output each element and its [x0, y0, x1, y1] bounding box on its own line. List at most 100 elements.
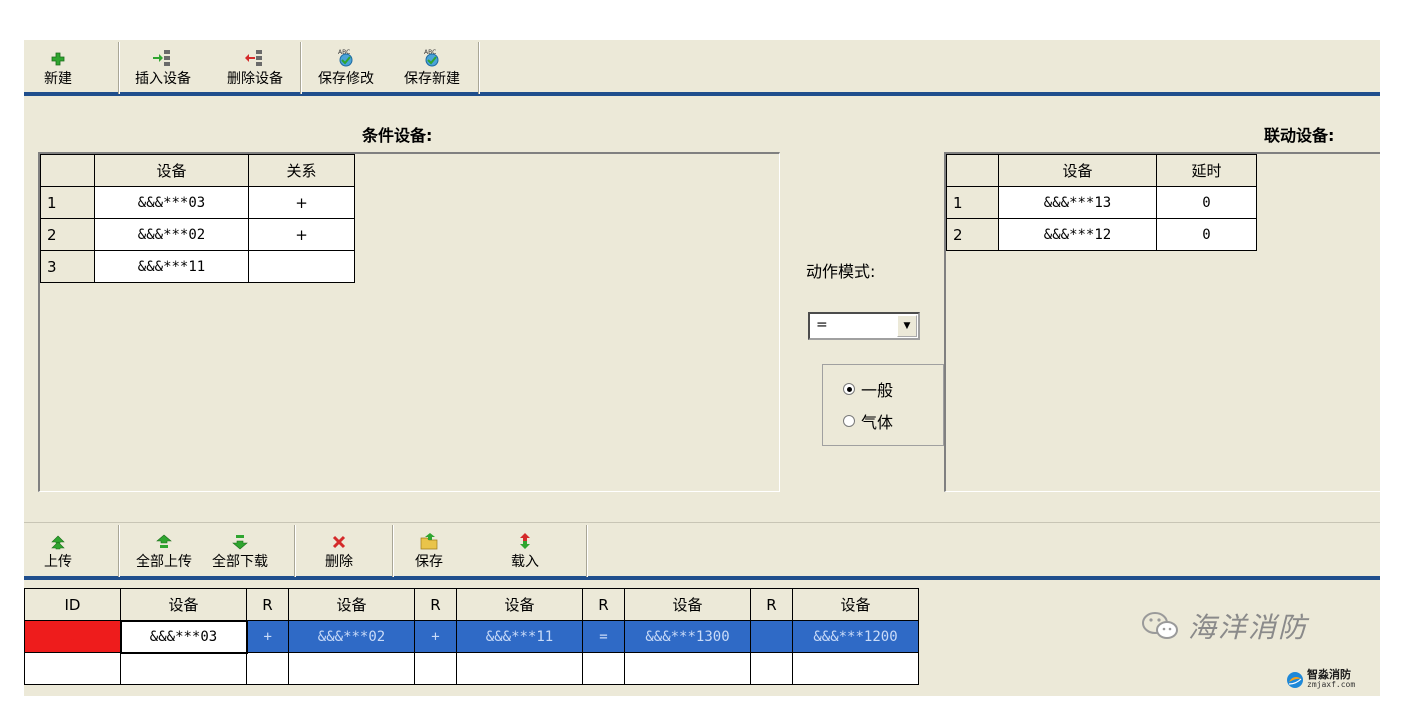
- load-button[interactable]: 载入: [500, 527, 550, 575]
- logo-en-text: zmjaxf.com: [1307, 680, 1356, 689]
- column-header-id: ID: [24, 588, 121, 621]
- delay-cell[interactable]: 0: [1156, 218, 1257, 251]
- download-all-label: 全部下载: [212, 554, 268, 570]
- logo-swirl-icon: [1287, 672, 1303, 688]
- column-header-relation: R: [246, 588, 289, 621]
- new-button[interactable]: 新建: [30, 44, 86, 92]
- upload-button[interactable]: 上传: [34, 527, 82, 575]
- device-cell[interactable]: [624, 652, 751, 685]
- device-cell[interactable]: [456, 652, 583, 685]
- table-row[interactable]: 1 &&&***03 +: [40, 186, 355, 219]
- relation-cell[interactable]: =: [582, 620, 625, 653]
- top-toolbar: 新建 插入设备 删除设备 ABC 保存修改 ABC 保存新建: [24, 40, 1380, 96]
- plus-icon: [51, 52, 65, 66]
- column-header-relation: R: [414, 588, 457, 621]
- dropdown-arrow-icon[interactable]: ▼: [897, 315, 917, 337]
- relation-cell[interactable]: [750, 620, 793, 653]
- site-logo: 智淼消防 zmjaxf.com: [1286, 669, 1356, 690]
- radio-unchecked-icon[interactable]: [843, 415, 855, 427]
- relation-cell[interactable]: [414, 652, 457, 685]
- relation-cell[interactable]: [582, 652, 625, 685]
- device-cell[interactable]: [120, 652, 247, 685]
- column-header-device: 设备: [456, 588, 583, 621]
- delay-cell[interactable]: 0: [1156, 186, 1257, 219]
- relation-cell[interactable]: +: [248, 186, 355, 219]
- row-number: 3: [40, 250, 95, 283]
- upload-label: 上传: [44, 554, 72, 570]
- table-row[interactable]: 3 &&&***11: [40, 250, 355, 283]
- relation-cell[interactable]: +: [414, 620, 457, 653]
- column-header-relation: R: [750, 588, 793, 621]
- table-row[interactable]: 1 &&&***13 0: [946, 186, 1257, 219]
- spellcheck-icon: ABC: [424, 49, 439, 67]
- device-cell[interactable]: &&&***02: [94, 218, 249, 251]
- upload-all-button[interactable]: 全部上传: [128, 527, 200, 575]
- row-number: 2: [40, 218, 95, 251]
- relation-cell[interactable]: [246, 652, 289, 685]
- delete-x-icon: [332, 535, 346, 549]
- relation-cell[interactable]: +: [246, 620, 289, 653]
- device-cell[interactable]: &&&***11: [456, 620, 583, 653]
- device-cell[interactable]: &&&***02: [288, 620, 415, 653]
- device-cell[interactable]: &&&***12: [998, 218, 1157, 251]
- radio-gas-label: 气体: [861, 413, 894, 432]
- action-mode-value: =: [816, 317, 828, 333]
- delete-device-label: 删除设备: [227, 71, 283, 87]
- upload-arrow-icon: [51, 535, 65, 550]
- save-edit-button[interactable]: ABC 保存修改: [310, 44, 382, 92]
- table-row[interactable]: 2 &&&***12 0: [946, 218, 1257, 251]
- column-header-device: 设备: [998, 154, 1157, 187]
- linkage-device-table: 设备 延时 1 &&&***13 0 2 &&&***12 0: [946, 154, 1257, 251]
- device-cell-focused[interactable]: &&&***03: [119, 619, 248, 654]
- relation-cell[interactable]: [750, 652, 793, 685]
- insert-row-icon: [153, 50, 170, 66]
- delete-button[interactable]: 删除: [314, 527, 364, 575]
- save-new-label: 保存新建: [404, 71, 460, 87]
- new-label: 新建: [44, 71, 72, 87]
- device-cell[interactable]: &&&***13: [998, 186, 1157, 219]
- device-cell[interactable]: &&&***1300: [624, 620, 751, 653]
- radio-gas[interactable]: 气体: [843, 409, 893, 433]
- save-new-button[interactable]: ABC 保存新建: [396, 44, 468, 92]
- insert-device-button[interactable]: 插入设备: [128, 44, 198, 92]
- id-cell[interactable]: [24, 652, 121, 685]
- id-cell[interactable]: 1: [24, 620, 121, 653]
- relation-cell[interactable]: [248, 250, 355, 283]
- app-window: 新建 插入设备 删除设备 ABC 保存修改 ABC 保存新建 条件设备: 联动设…: [24, 40, 1380, 696]
- action-mode-label: 动作模式:: [806, 262, 876, 281]
- delete-label: 删除: [325, 554, 353, 570]
- row-number: 1: [946, 186, 999, 219]
- column-header-device: 设备: [792, 588, 919, 621]
- delete-device-button[interactable]: 删除设备: [220, 44, 290, 92]
- insert-device-label: 插入设备: [135, 71, 191, 87]
- watermark-text: 海洋消防: [1188, 611, 1309, 644]
- save-folder-icon: [420, 533, 438, 550]
- save-edit-label: 保存修改: [318, 71, 374, 87]
- download-all-button[interactable]: 全部下载: [204, 527, 276, 575]
- save-label: 保存: [415, 554, 443, 570]
- column-header-delay: 延时: [1156, 154, 1257, 187]
- condition-title: 条件设备:: [362, 126, 433, 145]
- column-header-device: 设备: [288, 588, 415, 621]
- relation-cell[interactable]: +: [248, 218, 355, 251]
- device-cell[interactable]: &&&***1200: [792, 620, 919, 653]
- table-header-row: 设备 延时: [946, 154, 1257, 187]
- radio-general-label: 一般: [861, 381, 894, 400]
- column-header-device: 设备: [94, 154, 249, 187]
- row-number: 2: [946, 218, 999, 251]
- table-row-selected[interactable]: 1 &&&***03 + &&&***02 + &&&***11 = &&&**…: [24, 619, 919, 654]
- device-cell[interactable]: &&&***11: [94, 250, 249, 283]
- linkage-device-panel: 设备 延时 1 &&&***13 0 2 &&&***12 0: [944, 152, 1380, 492]
- radio-checked-icon[interactable]: [843, 383, 855, 395]
- upload-all-icon: [156, 534, 172, 548]
- device-cell[interactable]: [792, 652, 919, 685]
- table-row[interactable]: [24, 652, 919, 685]
- save-button[interactable]: 保存: [404, 527, 454, 575]
- device-cell[interactable]: &&&***03: [94, 186, 249, 219]
- device-cell[interactable]: [288, 652, 415, 685]
- table-row[interactable]: 2 &&&***02 +: [40, 218, 355, 251]
- action-mode-select[interactable]: = ▼: [808, 312, 920, 340]
- radio-general[interactable]: 一般: [843, 377, 893, 401]
- column-header-device: 设备: [624, 588, 751, 621]
- load-arrows-icon: [520, 533, 530, 549]
